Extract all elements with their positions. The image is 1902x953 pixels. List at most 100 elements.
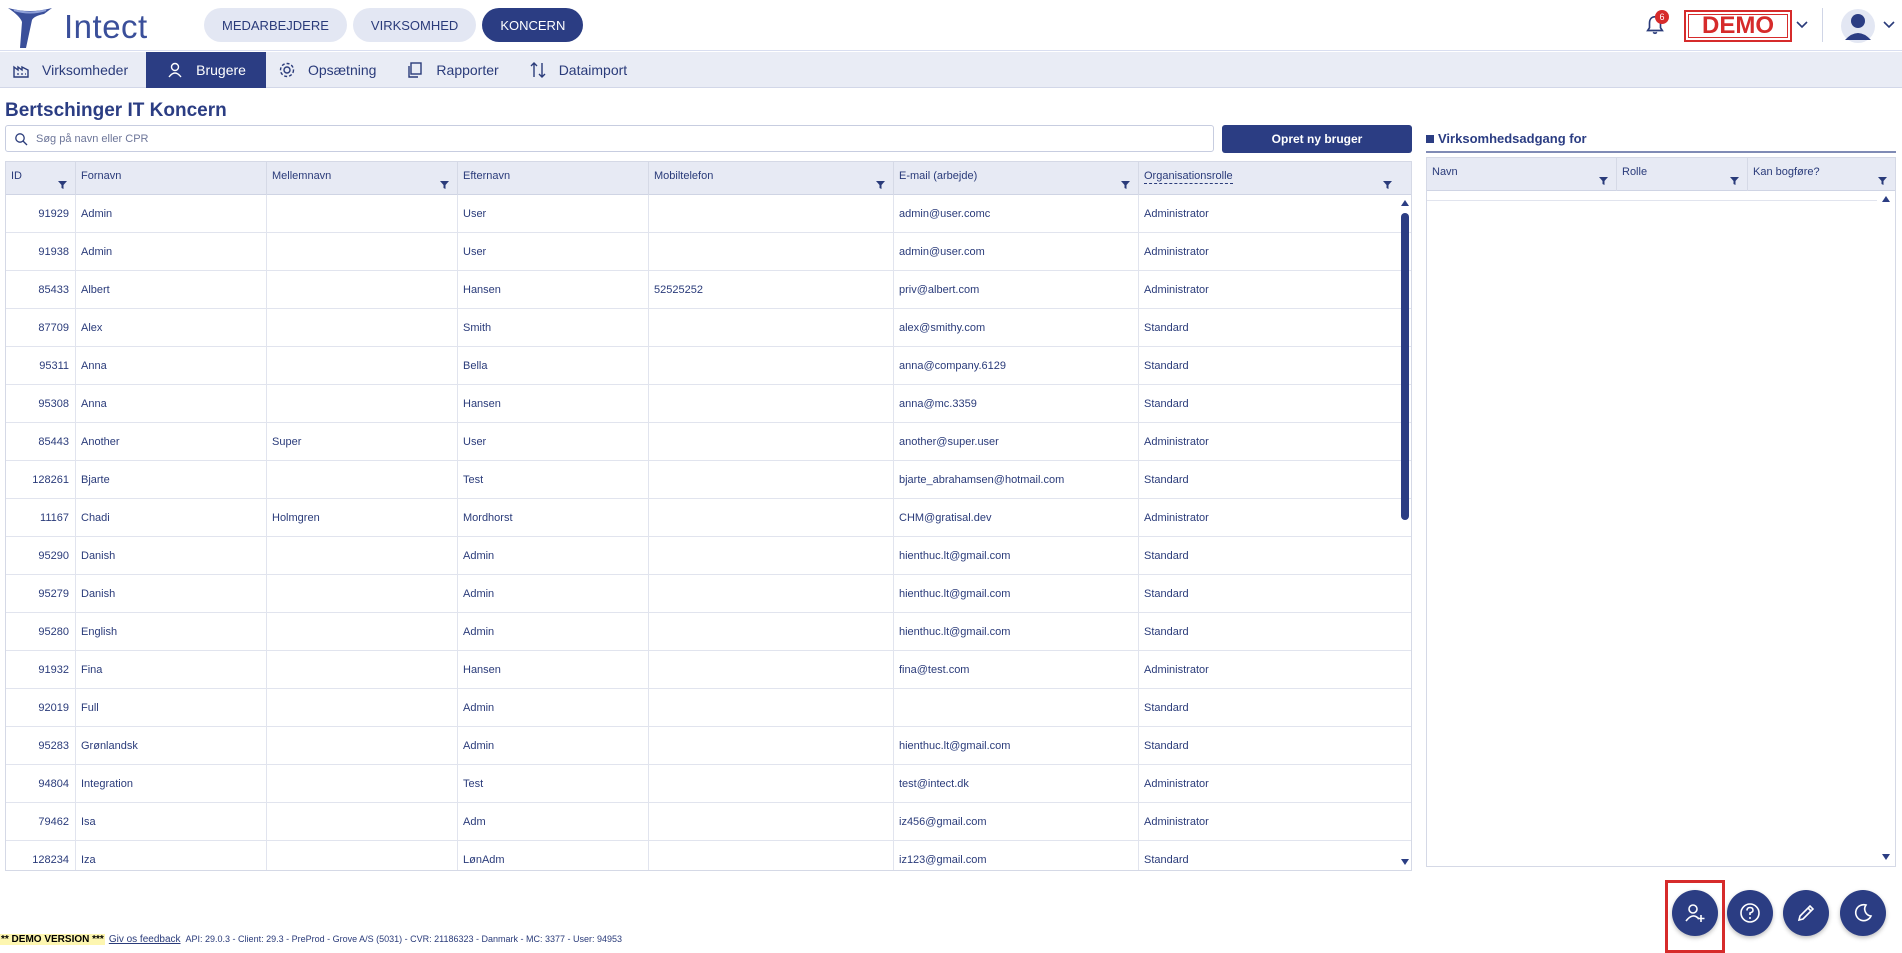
scroll-up-icon[interactable] (1881, 195, 1891, 203)
filter-icon[interactable] (1730, 177, 1739, 185)
table-row[interactable]: 91932 Fina Hansen fina@test.com Administrato… (6, 651, 1411, 689)
filter-icon[interactable] (1121, 181, 1130, 189)
table-row[interactable]: 95308 Anna Hansen anna@mc.3359 Standard (6, 385, 1411, 423)
cell-email: hienthuc.lt@gmail.com (894, 727, 1139, 765)
scroll-up-icon[interactable] (1400, 199, 1410, 207)
table-row[interactable]: 79462 Isa Adm iz456@gmail.com Administrator (6, 803, 1411, 841)
help-icon (1740, 903, 1760, 923)
cell-fornavn: Integration (76, 765, 267, 803)
column-header-organisationsrolle[interactable]: Organisationsrolle (1139, 162, 1400, 195)
table-row[interactable]: 91929 Admin User admin@user.comc Administrat… (6, 195, 1411, 233)
cell-fornavn: Iza (76, 841, 267, 870)
column-header-email[interactable]: E-mail (arbejde) (894, 162, 1139, 195)
help-button[interactable] (1727, 890, 1773, 936)
cell-id: 95290 (6, 537, 76, 575)
cell-efternavn: User (458, 233, 649, 271)
table-row[interactable]: 95279 Danish Admin hienthuc.lt@gmail.com Sta… (6, 575, 1411, 613)
column-header-efternavn[interactable]: Efternavn (458, 162, 649, 195)
column-header-mellemnavn[interactable]: Mellemnavn (267, 162, 458, 195)
scrollbar-thumb[interactable] (1401, 213, 1409, 520)
header-label: ID (11, 170, 22, 182)
filter-icon[interactable] (58, 181, 67, 189)
cell-id: 85443 (6, 423, 76, 461)
cell-mobiltelefon (649, 499, 894, 537)
scroll-down-icon[interactable] (1881, 853, 1891, 861)
create-user-button[interactable]: Opret ny bruger (1222, 125, 1412, 153)
demo-badge[interactable]: DEMO (1684, 10, 1792, 42)
app-logo[interactable]: Intect (4, 4, 148, 50)
cell-id: 94804 (6, 765, 76, 803)
users-grid: ID Fornavn Mellemnavn Efternavn Mobiltel… (5, 161, 1412, 871)
filter-icon[interactable] (440, 181, 449, 189)
search-input[interactable] (36, 132, 1186, 145)
scroll-down-icon[interactable] (1400, 858, 1410, 866)
panel-title-text: Virksomhedsadgang for (1438, 131, 1587, 146)
table-row[interactable]: 85443 Another Super User another@super.user A… (6, 423, 1411, 461)
cell-email: hienthuc.lt@gmail.com (894, 613, 1139, 651)
header-label: Navn (1432, 166, 1458, 178)
user-avatar-icon[interactable] (1840, 8, 1876, 44)
subnav-opsaetning[interactable]: Opsætning (266, 52, 394, 88)
table-row[interactable]: 128234 Iza LønAdm iz123@gmail.com Standard (6, 841, 1411, 870)
table-row[interactable]: 94804 Integration Test test@intect.dk Admini… (6, 765, 1411, 803)
column-header-rolle[interactable]: Rolle (1617, 158, 1748, 191)
edit-button[interactable] (1783, 890, 1829, 936)
cell-mellemnavn (267, 271, 458, 309)
add-user-button[interactable] (1672, 890, 1718, 936)
cell-organisationsrolle: Standard (1144, 626, 1189, 638)
cell-organisationsrolle: Administrator (1144, 512, 1209, 524)
subnav-dataimport[interactable]: Dataimport (517, 52, 645, 88)
table-row[interactable]: 95311 Anna Bella anna@company.6129 Standard (6, 347, 1411, 385)
column-header-navn[interactable]: Navn (1427, 158, 1617, 191)
header-label: Mellemnavn (272, 170, 332, 182)
grid-header: ID Fornavn Mellemnavn Efternavn Mobiltel… (6, 162, 1411, 195)
tab-medarbejdere[interactable]: MEDARBEJDERE (204, 8, 347, 42)
cell-efternavn: Test (458, 461, 649, 499)
tab-koncern[interactable]: KONCERN (482, 8, 584, 42)
cell-mobiltelefon (649, 195, 894, 233)
cell-id: 79462 (6, 803, 76, 841)
cell-efternavn: LønAdm (458, 841, 649, 870)
subnav-virksomheder[interactable]: Virksomheder (0, 52, 146, 88)
tab-virksomhed[interactable]: VIRKSOMHED (352, 8, 477, 42)
cell-organisationsrolle: Administrator (1144, 246, 1209, 258)
table-row[interactable]: 128261 Bjarte Test bjarte_abrahamsen@hotmai… (6, 461, 1411, 499)
table-row[interactable]: 95290 Danish Admin hienthuc.lt@gmail.com Sta… (6, 537, 1411, 575)
filter-icon[interactable] (1383, 181, 1392, 189)
cell-email: alex@smithy.com (894, 309, 1139, 347)
table-row[interactable]: 92019 Full Admin Standard (6, 689, 1411, 727)
filter-icon[interactable] (1878, 177, 1887, 185)
table-row[interactable]: 87709 Alex Smith alex@smithy.com Standard (6, 309, 1411, 347)
chevron-down-icon[interactable] (1795, 18, 1809, 32)
cell-fornavn: Albert (76, 271, 267, 309)
filter-icon[interactable] (1599, 177, 1608, 185)
cell-organisationsrolle: Administrator (1144, 816, 1209, 828)
column-header-id[interactable]: ID (6, 162, 76, 195)
search-box[interactable] (5, 125, 1214, 152)
table-row[interactable]: 11167 Chadi Holmgren Mordhorst CHM@gratisal.… (6, 499, 1411, 537)
column-header-fornavn[interactable]: Fornavn (76, 162, 267, 195)
cell-mellemnavn: Holmgren (267, 499, 458, 537)
subnav-brugere[interactable]: Brugere (146, 52, 266, 88)
table-row[interactable]: 85433 Albert Hansen 52525252 priv@albert.com… (6, 271, 1411, 309)
cell-efternavn: Admin (458, 537, 649, 575)
column-header-kan-bogfore[interactable]: Kan bogføre? (1748, 158, 1895, 191)
table-row[interactable]: 91938 Admin User admin@user.com Administrato… (6, 233, 1411, 271)
add-user-icon (1685, 904, 1705, 922)
filter-icon[interactable] (876, 181, 885, 189)
cell-fornavn: Danish (76, 537, 267, 575)
subnav-rapporter[interactable]: Rapporter (394, 52, 516, 88)
dark-mode-button[interactable] (1840, 890, 1886, 936)
cell-efternavn: Hansen (458, 651, 649, 689)
sort-arrows-icon (530, 62, 546, 78)
cell-mellemnavn (267, 765, 458, 803)
chevron-down-icon[interactable] (1882, 18, 1896, 32)
cell-efternavn: Hansen (458, 271, 649, 309)
table-row[interactable]: 95280 English Admin hienthuc.lt@gmail.com St… (6, 613, 1411, 651)
feedback-link[interactable]: Giv os feedback (109, 934, 181, 945)
cell-email: fina@test.com (894, 651, 1139, 689)
table-row[interactable]: 95283 Grønlandsk Admin hienthuc.lt@gmail.co… (6, 727, 1411, 765)
top-bar: Intect MEDARBEJDERE VIRKSOMHED KONCERN 6… (0, 0, 1902, 51)
column-header-mobiltelefon[interactable]: Mobiltelefon (649, 162, 894, 195)
cell-efternavn: Smith (458, 309, 649, 347)
